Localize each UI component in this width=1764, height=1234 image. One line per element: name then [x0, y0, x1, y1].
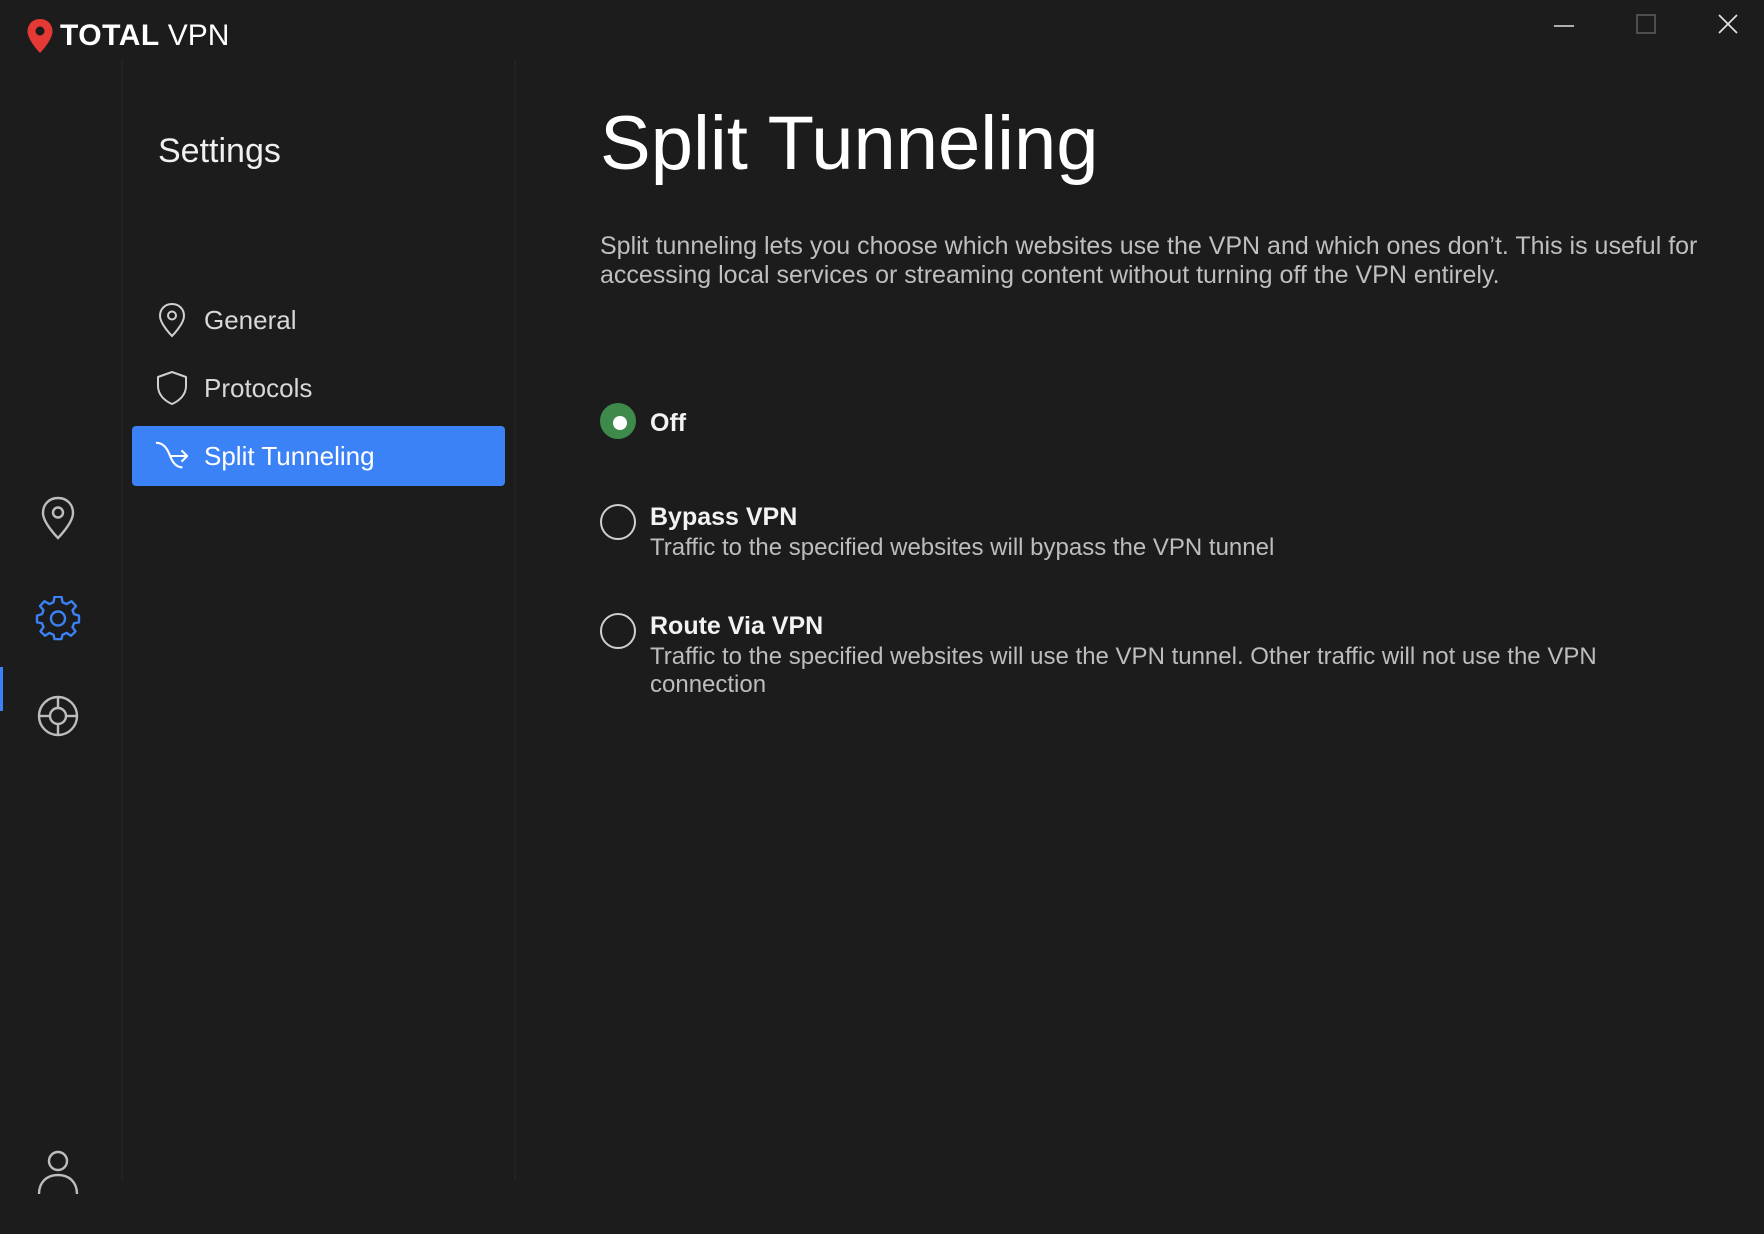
icon-rail: [0, 70, 122, 1234]
settings-nav-label: Split Tunneling: [204, 440, 375, 471]
option-off[interactable]: Off: [600, 403, 686, 439]
rail-item-support[interactable]: [32, 690, 84, 742]
settings-nav-protocols[interactable]: Protocols: [132, 358, 505, 418]
settings-nav-split-tunneling[interactable]: Split Tunneling: [132, 426, 505, 486]
shield-icon: [154, 370, 190, 406]
rail-active-indicator: [0, 667, 3, 711]
settings-nav-label: General: [204, 304, 297, 335]
settings-nav-general[interactable]: General: [132, 290, 505, 350]
rail-item-account[interactable]: [32, 1146, 84, 1198]
location-pin-icon: [154, 302, 190, 338]
option-description: Traffic to the specified websites will u…: [650, 643, 1597, 698]
option-bypass-vpn[interactable]: Bypass VPN Traffic to the specified webs…: [600, 502, 1710, 562]
settings-title: Settings: [158, 132, 281, 170]
page-description: Split tunneling lets you choose which we…: [600, 232, 1698, 289]
brand-name-bold: TOTAL: [60, 19, 160, 52]
settings-divider: [514, 60, 516, 1180]
option-text: Off: [650, 403, 686, 439]
page-title: Split Tunneling: [600, 101, 1099, 186]
option-description: Traffic to the specified websites will b…: [650, 534, 1275, 561]
settings-nav-label: Protocols: [204, 372, 313, 403]
radio-bypass-vpn[interactable]: [600, 504, 636, 540]
option-title: Bypass VPN: [650, 503, 798, 531]
minimize-button[interactable]: [1542, 6, 1586, 42]
split-arrow-icon: [154, 438, 190, 474]
user-icon: [37, 1150, 79, 1195]
option-text: Route Via VPN Traffic to the specified w…: [650, 611, 1710, 699]
app-window: TOTAL VPN Settings General Protocols Spl…: [0, 0, 1764, 1234]
brand-name-light: VPN: [167, 19, 230, 52]
close-button[interactable]: [1706, 6, 1750, 42]
rail-divider: [121, 60, 123, 1180]
logo-pin-icon: [27, 19, 53, 53]
option-title: Off: [650, 409, 687, 437]
location-pin-icon: [41, 496, 75, 540]
radio-route-via-vpn[interactable]: [600, 613, 636, 649]
title-bar: TOTAL VPN: [0, 0, 1764, 70]
lifebuoy-icon: [37, 695, 79, 737]
maximize-button[interactable]: [1624, 6, 1668, 42]
option-text: Bypass VPN Traffic to the specified webs…: [650, 502, 1710, 562]
gear-icon: [35, 596, 81, 641]
minimize-icon: [1554, 25, 1574, 27]
rail-item-locations[interactable]: [32, 492, 84, 544]
brand-logo: TOTAL VPN: [26, 18, 229, 54]
option-title: Route Via VPN: [650, 612, 824, 640]
maximize-icon: [1636, 14, 1656, 34]
rail-item-settings[interactable]: [32, 593, 84, 645]
close-icon: [1718, 14, 1738, 34]
radio-off[interactable]: [600, 403, 636, 439]
option-route-via-vpn[interactable]: Route Via VPN Traffic to the specified w…: [600, 611, 1710, 699]
